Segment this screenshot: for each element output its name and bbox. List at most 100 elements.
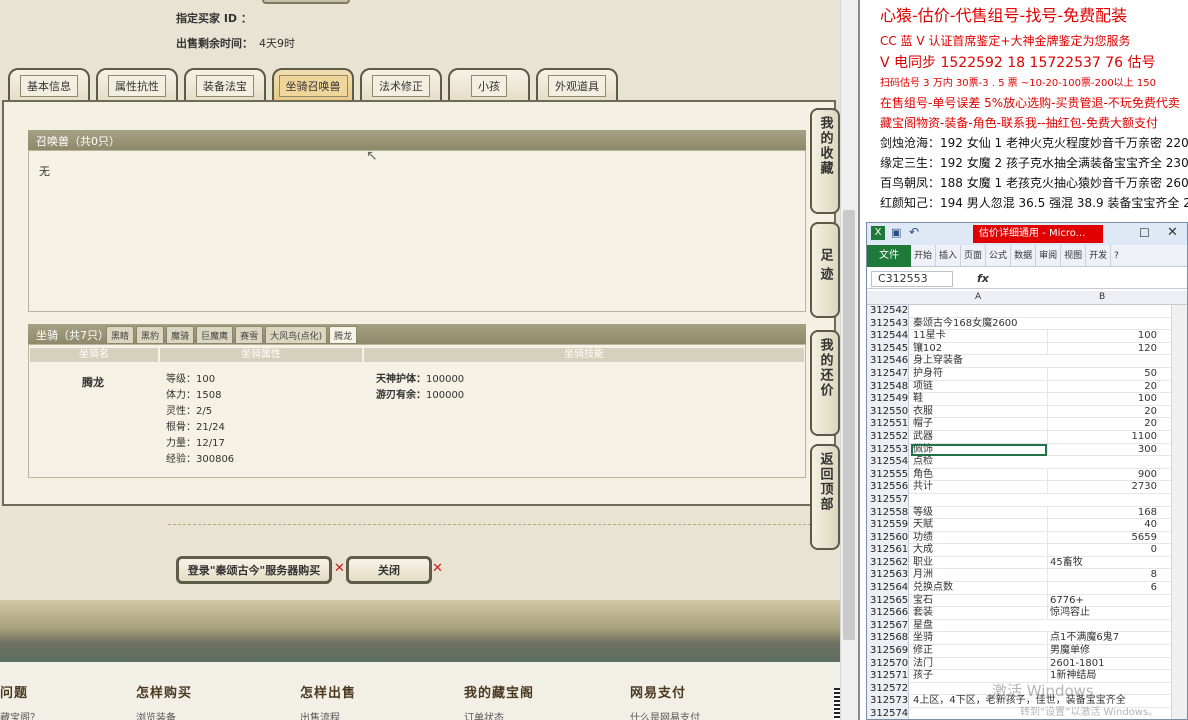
sheet-row[interactable]: 312569 修正 男魔单修: [867, 645, 1187, 658]
cell-a[interactable]: 身上穿装备: [911, 355, 1047, 367]
row-number[interactable]: 312552: [867, 430, 909, 444]
sheet-row[interactable]: 312558 等级 168: [867, 506, 1187, 520]
row-number[interactable]: 312542: [867, 305, 909, 318]
sheet-row[interactable]: 312548 项链 20: [867, 380, 1187, 394]
cell-a[interactable]: 兑换点数: [911, 582, 1047, 594]
row-number[interactable]: 312563: [867, 569, 909, 583]
sheet-row[interactable]: 312544 11星卡 100: [867, 330, 1187, 343]
tab-attributes[interactable]: 属性抗性: [96, 68, 178, 101]
cell-a[interactable]: 宝石: [911, 595, 1047, 607]
mount-tab[interactable]: 巨魔鹰: [196, 326, 234, 344]
cell-a[interactable]: 帽子: [911, 418, 1047, 430]
cell-a[interactable]: 鞋: [911, 393, 1047, 405]
sheet-row[interactable]: 312564 兑换点数 6: [867, 582, 1187, 595]
cell-b[interactable]: 45畜牧: [1047, 556, 1159, 569]
close-button[interactable]: 关闭: [346, 556, 432, 584]
col-header-b[interactable]: B: [1099, 292, 1105, 302]
excel-titlebar[interactable]: X ▣ ↶ 估价详细通用 - Micro... ☐ ✕: [867, 223, 1187, 245]
row-number[interactable]: 312555: [867, 468, 909, 482]
row-number[interactable]: 312561: [867, 544, 909, 557]
footer-link[interactable]: 出售流程: [300, 709, 356, 720]
sheet-row[interactable]: 312560 功绩 5659: [867, 531, 1187, 545]
help-icon[interactable]: ?: [1111, 245, 1122, 266]
cell-a[interactable]: 大成: [911, 544, 1047, 556]
footer-link[interactable]: 浏览装备: [136, 709, 192, 720]
row-number[interactable]: 312554: [867, 456, 909, 469]
row-number[interactable]: 312573: [867, 695, 909, 708]
name-box[interactable]: C312553: [871, 271, 953, 287]
row-number[interactable]: 312546: [867, 355, 909, 368]
row-number[interactable]: 312562: [867, 556, 909, 570]
cell-b[interactable]: 点1不满魔6鬼7: [1047, 632, 1159, 645]
sheet-row[interactable]: 312559 天赋 40: [867, 519, 1187, 532]
ribbon-tab[interactable]: 公式: [986, 245, 1012, 266]
sheet-row[interactable]: 312570 法门 2601-1801: [867, 657, 1187, 671]
row-number[interactable]: 312547: [867, 367, 909, 381]
my-bargain-button[interactable]: 我的还价: [810, 330, 840, 436]
cell-b[interactable]: 5659: [1047, 531, 1159, 544]
row-number[interactable]: 312556: [867, 481, 909, 494]
tab-spells[interactable]: 法术修正: [360, 68, 442, 101]
sheet-row[interactable]: 312567 星盘: [867, 619, 1187, 633]
cell-a[interactable]: 11星卡: [911, 330, 1047, 342]
cell-a[interactable]: 法门: [911, 658, 1047, 670]
cell-a[interactable]: 星盘: [911, 620, 1047, 632]
row-number[interactable]: 312566: [867, 607, 909, 620]
cell-a[interactable]: 点检: [911, 456, 1047, 468]
footer-link[interactable]: 藏宝阁？: [0, 709, 40, 720]
tab-equipment[interactable]: 装备法宝: [184, 68, 266, 101]
tab-children[interactable]: 小孩: [448, 68, 530, 101]
sheet-row[interactable]: 312553 佩饰 300: [867, 443, 1187, 457]
row-number[interactable]: 312574: [867, 708, 909, 719]
sheet-row[interactable]: 312543 秦颂古今168女魔2600: [867, 317, 1187, 331]
cell-a[interactable]: 秦颂古今168女魔2600: [911, 318, 1047, 330]
sheet-row[interactable]: 312565 宝石 6776+: [867, 594, 1187, 608]
sheet-row[interactable]: 312545 镶102 120: [867, 342, 1187, 356]
footer-link[interactable]: 什么是网易支付: [630, 709, 700, 720]
cell-a[interactable]: 护身符: [911, 368, 1047, 380]
row-number[interactable]: 312557: [867, 493, 909, 507]
row-number[interactable]: 312553: [867, 443, 909, 457]
sheet-row[interactable]: 312547 护身符 50: [867, 367, 1187, 381]
sheet-row[interactable]: 312556 共计 2730: [867, 481, 1187, 494]
my-favorites-button[interactable]: 我的收藏: [810, 108, 840, 214]
save-icon[interactable]: ▣: [891, 226, 901, 239]
cell-b[interactable]: 2601-1801: [1047, 657, 1159, 670]
mount-tab-active[interactable]: 腾龙: [329, 326, 358, 344]
sheet-scrollbar[interactable]: [1171, 305, 1187, 719]
login-buy-button[interactable]: 登录"秦颂古今"服务器购买: [176, 556, 332, 584]
cell-b[interactable]: 300: [1047, 443, 1159, 456]
sheet-row[interactable]: 312546 身上穿装备: [867, 355, 1187, 368]
cell-b[interactable]: 120: [1047, 342, 1159, 355]
row-number[interactable]: 312543: [867, 317, 909, 331]
col-header-a[interactable]: A: [975, 292, 981, 302]
cell-a[interactable]: 武器: [911, 431, 1047, 443]
cell-a[interactable]: 衣服: [911, 406, 1047, 418]
cell-b[interactable]: 6776+: [1047, 594, 1159, 607]
cell-a[interactable]: 坐骑: [911, 632, 1047, 644]
cell-b[interactable]: 20: [1047, 405, 1159, 418]
cell-b[interactable]: 40: [1047, 519, 1159, 532]
cell-b[interactable]: 2730: [1047, 481, 1159, 494]
ribbon-tab[interactable]: 数据: [1011, 245, 1037, 266]
footprint-button[interactable]: 足迹: [810, 222, 840, 318]
tab-appearance[interactable]: 外观道具: [536, 68, 618, 101]
file-tab[interactable]: 文件: [867, 245, 911, 267]
row-number[interactable]: 312559: [867, 519, 909, 532]
row-number[interactable]: 312572: [867, 682, 909, 696]
footer-link[interactable]: 订单状态: [464, 709, 534, 720]
sheet-row[interactable]: 312542: [867, 305, 1187, 318]
mount-tab[interactable]: 赛雪: [235, 326, 264, 344]
ribbon-tab[interactable]: 视图: [1061, 245, 1087, 266]
cell-a[interactable]: 共计: [911, 481, 1047, 493]
cell-b[interactable]: 20: [1047, 380, 1159, 393]
cell-b[interactable]: 100: [1047, 393, 1159, 406]
cell-b[interactable]: 100: [1047, 330, 1159, 343]
page-scroll-thumb[interactable]: [843, 210, 855, 640]
ribbon-tab[interactable]: 审阅: [1036, 245, 1062, 266]
row-number[interactable]: 312568: [867, 632, 909, 646]
mount-tab[interactable]: 黑睛: [106, 326, 135, 344]
row-number[interactable]: 312567: [867, 619, 909, 633]
cell-b[interactable]: 6: [1047, 582, 1159, 595]
row-number[interactable]: 312560: [867, 531, 909, 545]
